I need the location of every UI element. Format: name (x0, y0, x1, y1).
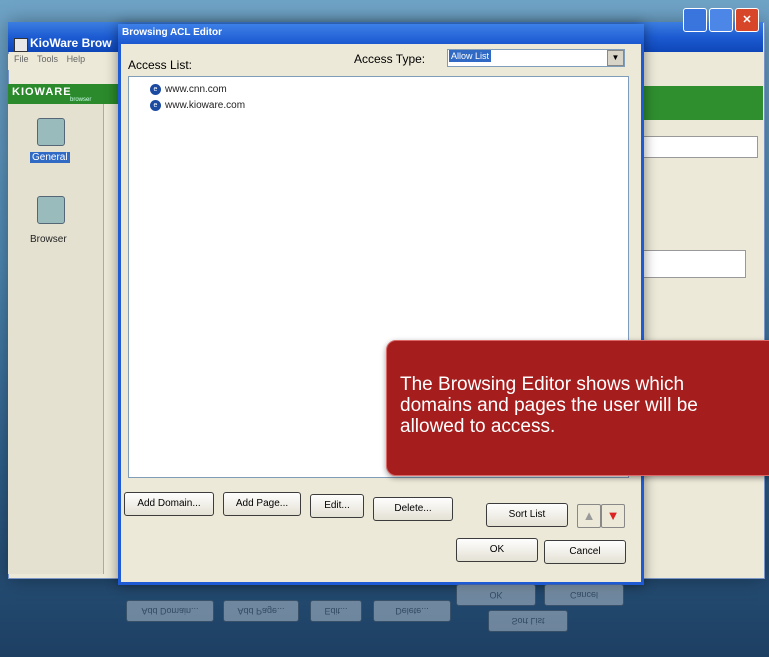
access-type-label: Access Type: (354, 52, 426, 66)
reflection-cancel: Cancel (544, 584, 624, 606)
general-settings-icon[interactable] (37, 118, 65, 146)
settings-field-1[interactable] (640, 136, 758, 158)
cancel-button[interactable]: Cancel (544, 540, 626, 564)
background-window-title: KioWare Brow (30, 36, 112, 50)
settings-field-2[interactable] (640, 250, 746, 278)
brand-subtitle: browser (70, 97, 92, 103)
reflection-delete: Delete... (373, 600, 451, 622)
globe-icon: e (150, 100, 161, 111)
menu-file[interactable]: File (14, 54, 29, 64)
ok-button[interactable]: OK (456, 538, 538, 562)
sort-list-button[interactable]: Sort List (486, 503, 568, 527)
reflection-add-domain: Add Domain... (126, 600, 214, 622)
sidebar-item-general[interactable]: General (30, 152, 70, 163)
reflection: Add Domain... Add Page... Edit... Delete… (118, 580, 638, 657)
menu-tools[interactable]: Tools (37, 54, 58, 64)
access-list-label: Access List: (128, 58, 193, 72)
move-up-icon[interactable]: ▲ (577, 504, 601, 528)
menubar: File Tools Help (8, 54, 118, 70)
list-item[interactable]: www.kioware.com (165, 100, 245, 111)
brand-logo: KIOWARE (12, 86, 72, 98)
menu-help[interactable]: Help (67, 54, 86, 64)
close-icon: ✕ (742, 14, 752, 26)
edit-button[interactable]: Edit... (310, 494, 364, 518)
reflection-ok: OK (456, 584, 536, 606)
sidebar (8, 104, 104, 574)
reflection-edit: Edit... (310, 600, 362, 622)
access-type-value: Allow List (449, 50, 492, 62)
browser-settings-icon[interactable] (37, 196, 65, 224)
reflection-sort-list: Sort List (488, 610, 568, 632)
dialog-title: Browsing ACL Editor (122, 27, 222, 38)
globe-icon: e (150, 84, 161, 95)
app-icon (14, 38, 28, 52)
minimize-button[interactable] (683, 8, 707, 32)
close-button[interactable]: ✕ (735, 8, 759, 32)
callout-text: The Browsing Editor shows which domains … (400, 374, 698, 437)
add-page-button[interactable]: Add Page... (223, 492, 301, 516)
chevron-down-icon[interactable]: ▼ (607, 50, 624, 66)
delete-button[interactable]: Delete... (373, 497, 453, 521)
move-down-icon[interactable]: ▼ (601, 504, 625, 528)
maximize-button[interactable] (709, 8, 733, 32)
sidebar-item-browser[interactable]: Browser (30, 234, 67, 245)
reflection-add-page: Add Page... (223, 600, 299, 622)
add-domain-button[interactable]: Add Domain... (124, 492, 214, 516)
list-item[interactable]: www.cnn.com (165, 84, 227, 95)
